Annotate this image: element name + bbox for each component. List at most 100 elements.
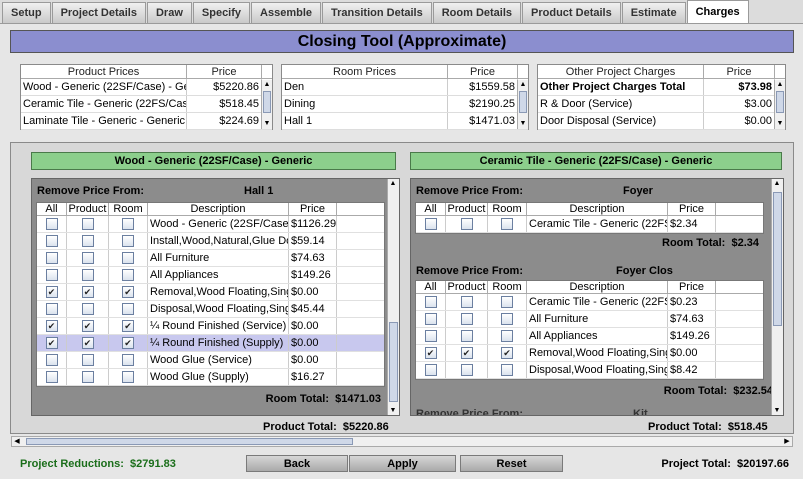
room-checkbox[interactable]	[122, 252, 134, 264]
table-row[interactable]: ✔ ✔ ✔ ¼ Round Finished (Service) $0.00	[37, 318, 384, 335]
product-checkbox[interactable]	[460, 313, 473, 325]
room-checkbox[interactable]	[122, 303, 134, 315]
all-checkbox[interactable]	[45, 371, 58, 383]
scroll-down-icon[interactable]: ▼	[388, 406, 398, 415]
product-checkbox[interactable]	[460, 218, 473, 230]
table-row[interactable]: Ceramic Tile - Generic (22FS/Cas... $518.…	[21, 96, 272, 113]
all-checkbox[interactable]	[424, 364, 437, 376]
horizontal-scrollbar[interactable]: ◀ ▶	[11, 436, 793, 447]
vertical-scrollbar[interactable]: ▲ ▼	[387, 179, 399, 415]
room-checkbox[interactable]	[122, 218, 134, 230]
scroll-down-icon[interactable]: ▼	[772, 406, 782, 415]
scroll-down-icon[interactable]: ▼	[775, 119, 785, 129]
scroll-up-icon[interactable]: ▲	[388, 179, 398, 189]
scroll-down-icon[interactable]: ▼	[518, 119, 528, 129]
all-checkbox[interactable]: ✔	[45, 337, 58, 349]
product-checkbox[interactable]: ✔	[81, 320, 94, 332]
back-button[interactable]: Back	[246, 455, 348, 472]
tab-product-details[interactable]: Product Details	[522, 2, 621, 23]
table-row[interactable]: Ceramic Tile - Generic (22FS/C...$0.23	[416, 294, 763, 311]
table-row[interactable]: Install,Wood,Natural,Glue Down...$59.14	[37, 233, 384, 250]
vertical-scrollbar[interactable]: ▲ ▼	[517, 80, 528, 129]
vertical-scrollbar[interactable]: ▲ ▼	[774, 80, 785, 129]
table-row[interactable]: Other Project Charges Total $73.98	[538, 79, 785, 96]
all-checkbox[interactable]	[45, 354, 58, 366]
tab-draw[interactable]: Draw	[146, 2, 192, 23]
room-checkbox[interactable]: ✔	[122, 320, 134, 332]
all-checkbox[interactable]	[424, 296, 437, 308]
table-row[interactable]: All Furniture $74.63	[37, 250, 384, 267]
scroll-thumb[interactable]	[263, 91, 271, 113]
tab-room-details[interactable]: Room Details	[432, 2, 522, 23]
all-checkbox[interactable]	[424, 218, 437, 230]
room-checkbox[interactable]	[122, 371, 134, 383]
product-checkbox[interactable]	[81, 269, 94, 281]
scroll-thumb[interactable]	[26, 438, 353, 445]
scroll-up-icon[interactable]: ▲	[262, 80, 272, 90]
tab-transition-details[interactable]: Transition Details	[322, 2, 432, 23]
apply-button[interactable]: Apply	[349, 455, 456, 472]
table-row[interactable]: All Appliances $149.26	[416, 328, 763, 345]
all-checkbox[interactable]	[424, 330, 437, 342]
all-checkbox[interactable]: ✔	[45, 320, 58, 332]
scroll-down-icon[interactable]: ▼	[262, 119, 272, 129]
room-checkbox[interactable]	[501, 296, 513, 308]
product-checkbox[interactable]	[81, 252, 94, 264]
scroll-up-icon[interactable]: ▲	[772, 179, 782, 189]
room-checkbox[interactable]	[122, 235, 134, 247]
table-row[interactable]: Wood - Generic (22SF/Case) - ...$1126.29	[37, 216, 384, 233]
product-checkbox[interactable]	[81, 371, 94, 383]
tab-assemble[interactable]: Assemble	[251, 2, 322, 23]
room-checkbox[interactable]	[501, 218, 513, 230]
vertical-scrollbar[interactable]: ▲ ▼	[771, 179, 783, 415]
table-row[interactable]: Door Disposal (Service) $0.00	[538, 113, 785, 130]
table-row[interactable]: Dining $2190.25	[282, 96, 528, 113]
scroll-thumb[interactable]	[519, 91, 527, 113]
all-checkbox[interactable]	[45, 235, 58, 247]
table-row[interactable]: Hall 1 $1471.03	[282, 113, 528, 130]
room-checkbox[interactable]	[122, 354, 134, 366]
product-checkbox[interactable]	[81, 303, 94, 315]
all-checkbox[interactable]: ✔	[45, 286, 58, 298]
table-row[interactable]: All Appliances $149.26	[37, 267, 384, 284]
scroll-thumb[interactable]	[773, 192, 782, 326]
room-checkbox[interactable]	[122, 269, 134, 281]
product-checkbox[interactable]: ✔	[81, 286, 94, 298]
scroll-thumb[interactable]	[776, 91, 784, 113]
scroll-up-icon[interactable]: ▲	[775, 80, 785, 90]
all-checkbox[interactable]	[45, 269, 58, 281]
table-row[interactable]: Wood - Generic (22SF/Case) - Ge... $5220.…	[21, 79, 272, 96]
product-checkbox[interactable]: ✔	[460, 347, 473, 359]
all-checkbox[interactable]: ✔	[424, 347, 437, 359]
tab-specify[interactable]: Specify	[192, 2, 251, 23]
room-checkbox[interactable]	[501, 364, 513, 376]
product-checkbox[interactable]	[81, 218, 94, 230]
vertical-scrollbar[interactable]: ▲ ▼	[261, 80, 272, 129]
table-row[interactable]: ✔ ✔ ✔ ¼ Round Finished (Supply) $0.00	[37, 335, 384, 352]
table-row[interactable]: All Furniture $74.63	[416, 311, 763, 328]
table-row[interactable]: Ceramic Tile - Generic (22FS/C...$2.34	[416, 216, 763, 233]
product-checkbox[interactable]	[81, 354, 94, 366]
tab-charges[interactable]: Charges	[686, 0, 749, 23]
table-row[interactable]: Wood Glue (Supply) $16.27	[37, 369, 384, 386]
table-row[interactable]: R & Door (Service) $3.00	[538, 96, 785, 113]
reset-button[interactable]: Reset	[460, 455, 563, 472]
table-row[interactable]: ✔ ✔ ✔ Removal,Wood Floating,Single ...$0.00	[37, 284, 384, 301]
all-checkbox[interactable]	[45, 218, 58, 230]
room-checkbox[interactable]	[501, 330, 513, 342]
all-checkbox[interactable]	[424, 313, 437, 325]
tab-project-details[interactable]: Project Details	[51, 2, 146, 23]
room-checkbox[interactable]	[501, 313, 513, 325]
scroll-right-icon[interactable]: ▶	[782, 437, 792, 446]
room-checkbox[interactable]: ✔	[501, 347, 513, 359]
table-row[interactable]: ✔ ✔ ✔ Removal,Wood Floating,Single ...$0.00	[416, 345, 763, 362]
product-checkbox[interactable]	[81, 235, 94, 247]
all-checkbox[interactable]	[45, 252, 58, 264]
scroll-left-icon[interactable]: ◀	[12, 437, 22, 446]
room-checkbox[interactable]: ✔	[122, 337, 134, 349]
room-checkbox[interactable]: ✔	[122, 286, 134, 298]
product-checkbox[interactable]	[460, 364, 473, 376]
all-checkbox[interactable]	[45, 303, 58, 315]
table-row[interactable]: Wood Glue (Service) $0.00	[37, 352, 384, 369]
tab-estimate[interactable]: Estimate	[621, 2, 686, 23]
